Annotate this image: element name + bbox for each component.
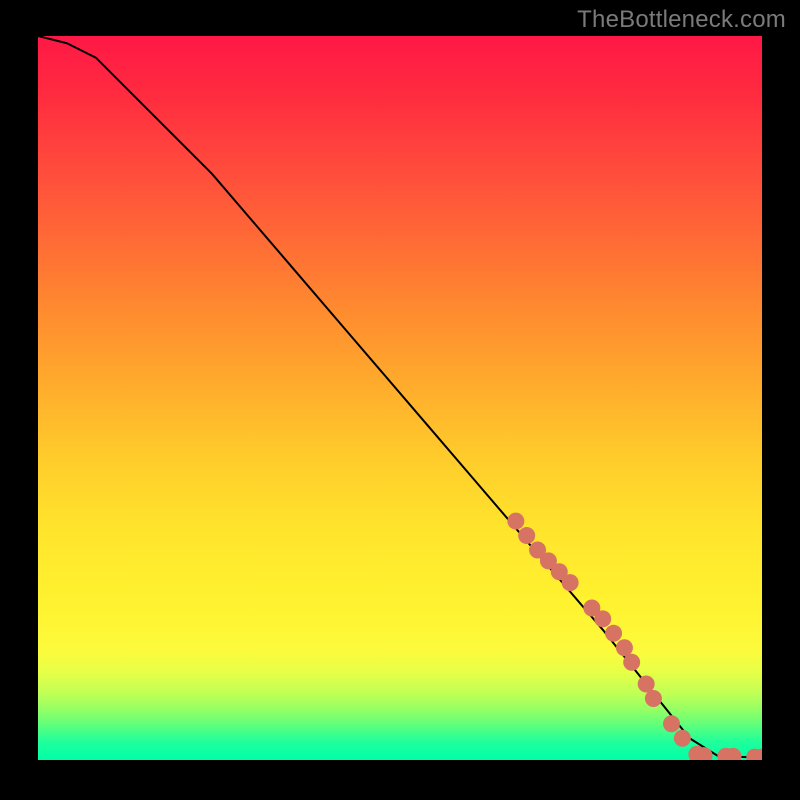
curve-svg [38, 36, 762, 760]
marker-dot [645, 690, 662, 707]
marker-dot [663, 715, 680, 732]
marker-dot [507, 513, 524, 530]
marker-dot [674, 730, 691, 747]
marker-dot [518, 527, 535, 544]
marker-dot [605, 625, 622, 642]
marker-dot [594, 610, 611, 627]
plot-area [38, 36, 762, 760]
curve-line [38, 36, 762, 757]
watermark-label: TheBottleneck.com [577, 6, 786, 34]
marker-dot [638, 675, 655, 692]
marker-group [507, 513, 762, 760]
marker-dot [616, 639, 633, 656]
marker-dot [623, 654, 640, 671]
chart-stage: TheBottleneck.com [0, 0, 800, 800]
marker-dot [562, 574, 579, 591]
